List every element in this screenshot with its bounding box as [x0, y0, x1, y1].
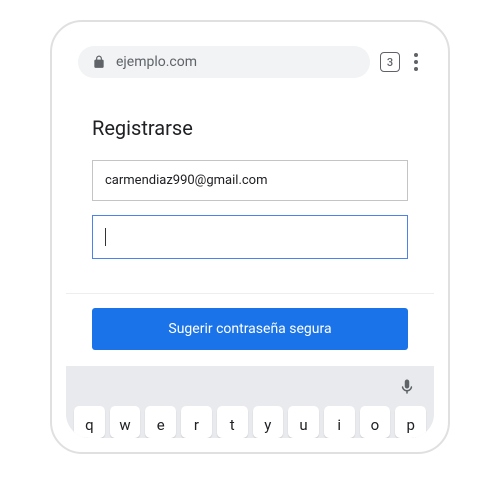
url-text: ejemplo.com	[116, 54, 197, 70]
suggest-password-button[interactable]: Sugerir contraseña segura	[92, 308, 408, 350]
email-field[interactable]	[92, 160, 408, 201]
keyboard-toolbar	[74, 378, 426, 406]
key-q[interactable]: q	[74, 406, 105, 438]
key-w[interactable]: w	[110, 406, 141, 438]
key-t[interactable]: t	[217, 406, 248, 438]
page-content: Registrarse	[66, 88, 434, 293]
text-cursor	[105, 228, 106, 246]
keyboard-row-1: q w e r t y u i o p	[74, 406, 426, 438]
microphone-icon[interactable]	[398, 378, 416, 396]
key-p[interactable]: p	[395, 406, 426, 438]
on-screen-keyboard: q w e r t y u i o p	[66, 366, 434, 438]
key-y[interactable]: y	[253, 406, 284, 438]
page-title: Registrarse	[92, 116, 408, 140]
key-r[interactable]: r	[181, 406, 212, 438]
phone-screen: ejemplo.com 3 Registrarse Sugerir contra…	[66, 36, 434, 438]
key-o[interactable]: o	[360, 406, 391, 438]
password-suggestion-bar: Sugerir contraseña segura	[66, 293, 434, 366]
url-bar[interactable]: ejemplo.com	[78, 46, 370, 78]
browser-address-bar: ejemplo.com 3	[66, 36, 434, 88]
password-field[interactable]	[92, 215, 408, 259]
key-i[interactable]: i	[324, 406, 355, 438]
tab-count-value: 3	[387, 56, 393, 69]
tab-count-button[interactable]: 3	[380, 52, 400, 72]
key-e[interactable]: e	[145, 406, 176, 438]
lock-icon	[92, 55, 106, 69]
phone-frame: ejemplo.com 3 Registrarse Sugerir contra…	[50, 20, 450, 454]
key-u[interactable]: u	[288, 406, 319, 438]
overflow-menu-icon[interactable]	[410, 49, 422, 75]
